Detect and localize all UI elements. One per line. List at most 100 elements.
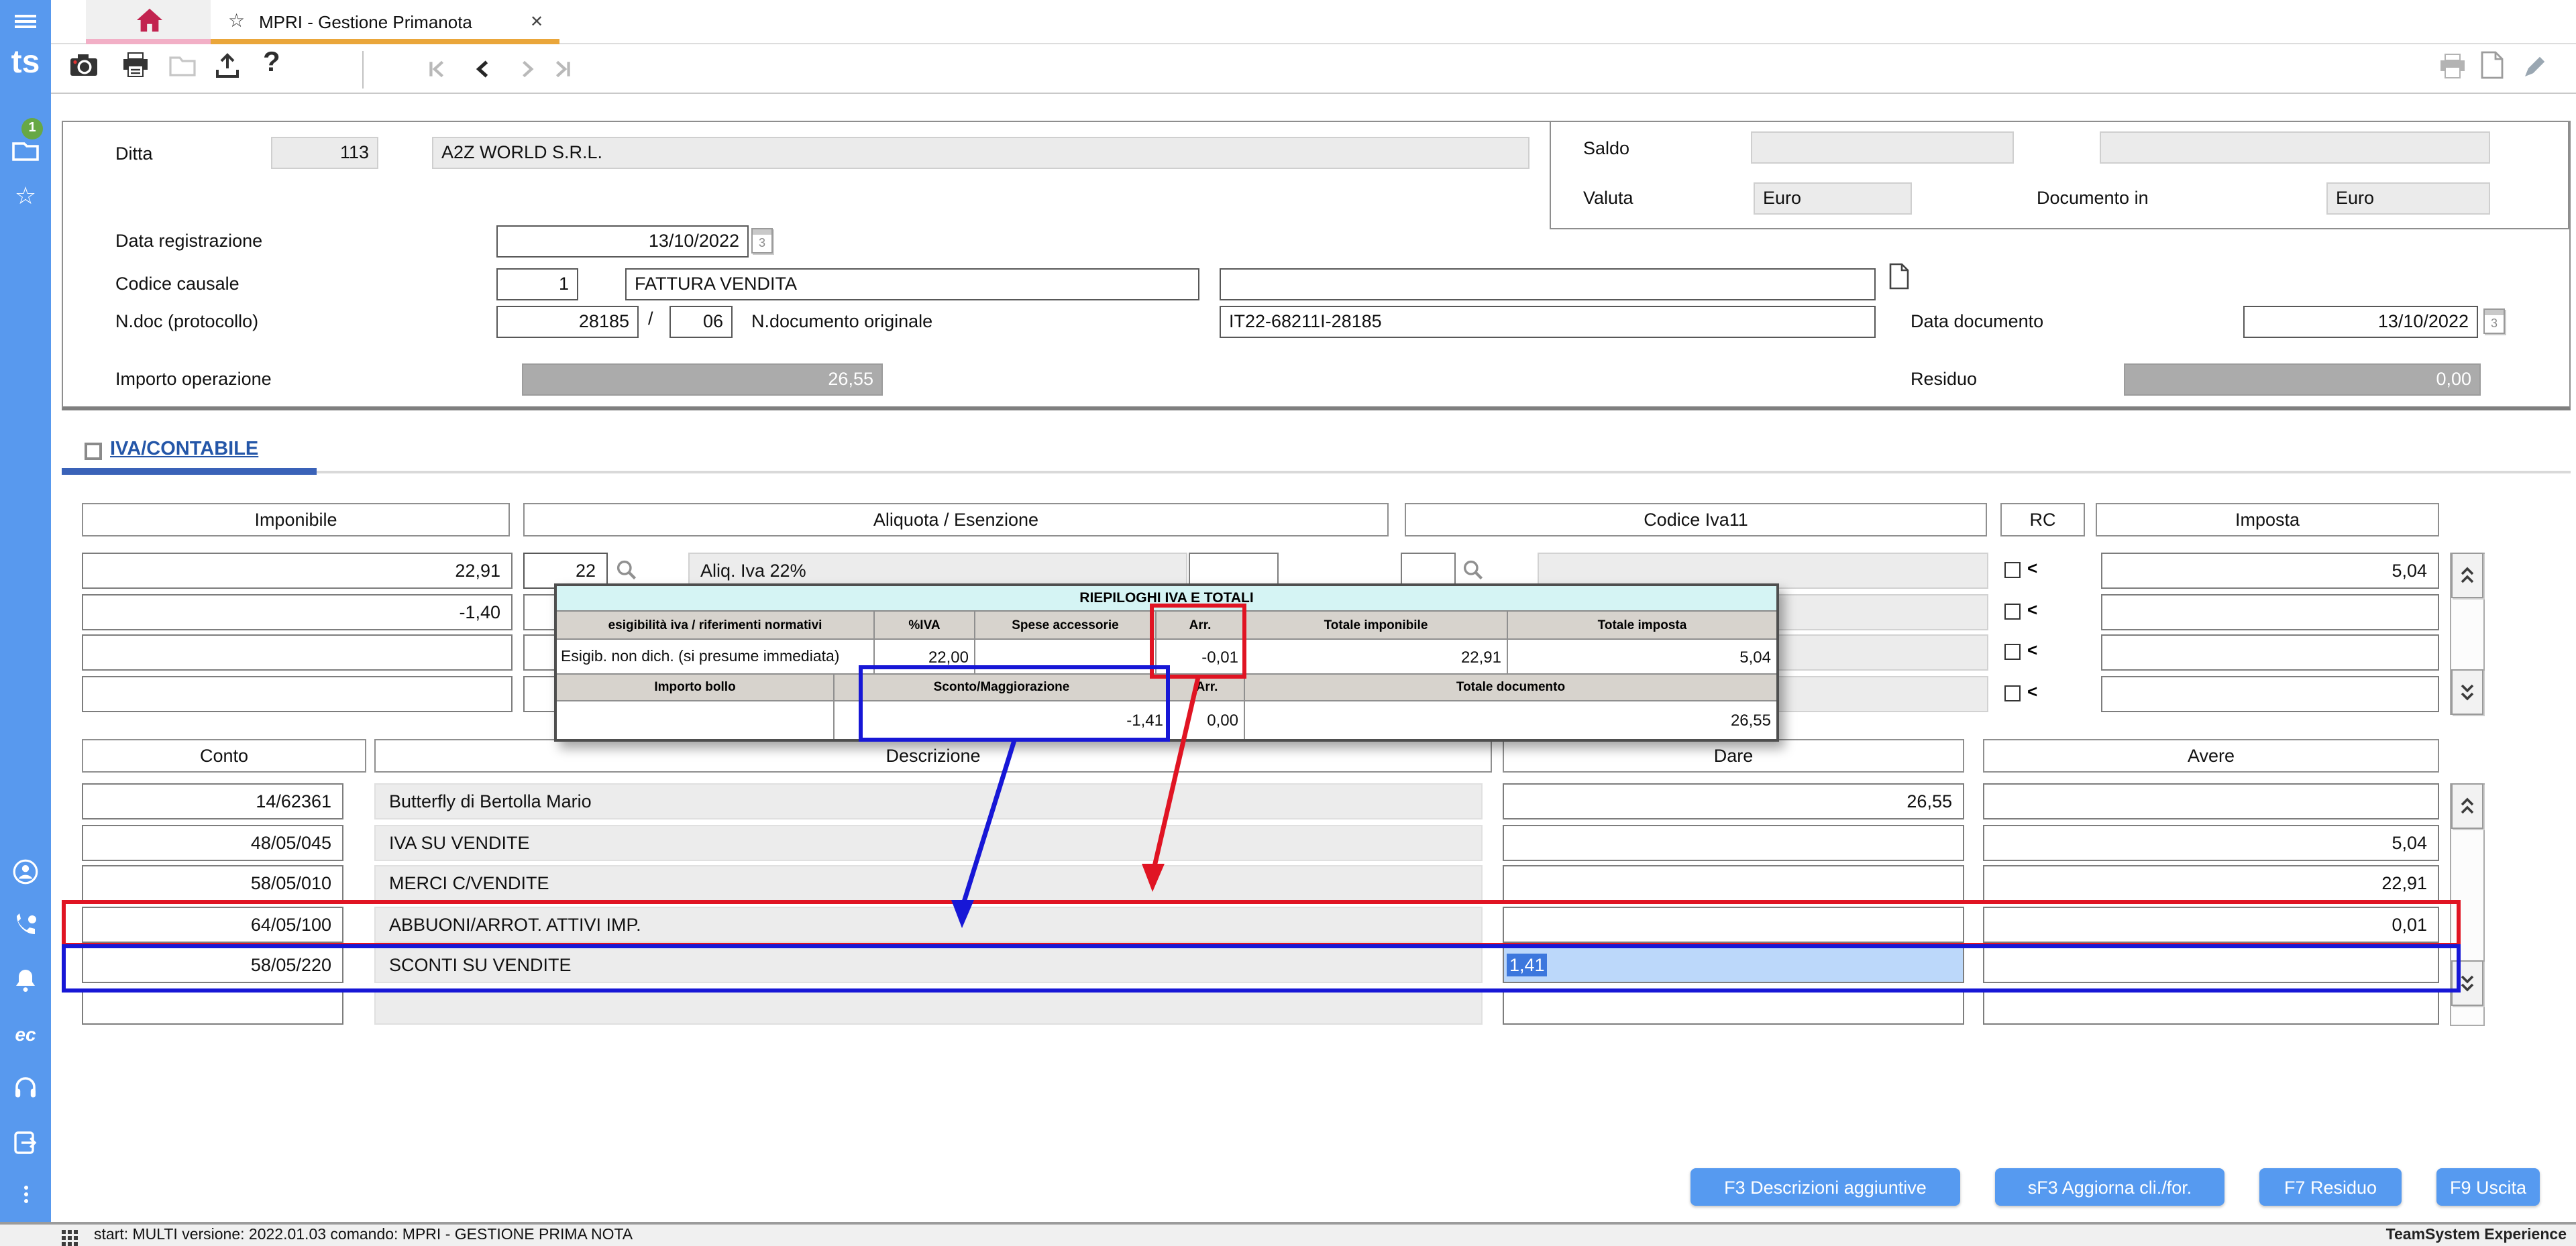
scroll-down-icon[interactable] [2451, 669, 2483, 715]
rc-checkbox[interactable] [2004, 604, 2021, 620]
print-document-icon[interactable] [2439, 54, 2466, 86]
iva-imponibile-field[interactable]: 22,91 [82, 553, 513, 589]
attachment-document-icon[interactable] [1889, 263, 1909, 296]
tab-title: MPRI - Gestione Primanota [259, 12, 472, 32]
rc-mark: < [2027, 681, 2037, 701]
nav-previous-record-icon[interactable] [472, 59, 492, 86]
favorites-star-icon[interactable]: ☆ [0, 182, 51, 209]
ditta-name-field[interactable]: A2Z WORLD S.R.L. [432, 137, 1529, 169]
scroll-up-icon[interactable] [2451, 783, 2483, 829]
home-tab-underline [86, 39, 211, 44]
ec-logo-icon[interactable]: ec [0, 1021, 51, 1047]
edit-pencil-icon[interactable] [2522, 54, 2548, 86]
tab-home[interactable] [86, 0, 211, 44]
dare-field[interactable] [1503, 825, 1964, 861]
nav-next-record-icon[interactable] [518, 59, 538, 86]
upload-export-icon[interactable] [215, 52, 240, 84]
app-grid-icon[interactable] [62, 1229, 78, 1246]
iva-header-codice-iva: Codice Iva11 [1405, 503, 1987, 536]
calendar-icon[interactable]: 3 [751, 228, 773, 253]
avere-field[interactable] [1983, 988, 2439, 1025]
data-documento-field[interactable]: 13/10/2022 [2243, 306, 2478, 338]
new-document-icon[interactable] [2481, 51, 2504, 86]
ndoc-numero-field[interactable]: 28185 [496, 306, 639, 338]
main-toolbar: ? [51, 44, 2576, 94]
dare-field[interactable] [1503, 865, 1964, 901]
documento-in-field[interactable]: Euro [2326, 182, 2490, 215]
scroll-up-icon[interactable] [2451, 553, 2483, 598]
dare-field[interactable] [1503, 988, 1964, 1025]
conto-field[interactable]: 14/62361 [82, 783, 343, 819]
popup-cell-esigibilita: Esigib. non dich. (si presume immediata) [557, 640, 875, 675]
sf3-aggiorna-cli-for-button[interactable]: sF3 Aggiorna cli./for. [1995, 1168, 2224, 1206]
dare-field[interactable]: 26,55 [1503, 783, 1964, 819]
rc-checkbox[interactable] [2004, 562, 2021, 578]
open-folder-icon[interactable] [169, 55, 196, 83]
nav-first-record-icon[interactable] [427, 59, 447, 86]
saldo-label: Saldo [1583, 138, 1629, 158]
data-registrazione-field[interactable]: 13/10/2022 [496, 225, 749, 258]
saldo-field-2[interactable] [2100, 131, 2490, 164]
iva-header-imposta: Imposta [2096, 503, 2439, 536]
app-window: ts 1 ☆ ec [0, 0, 2576, 1246]
ndoc-suffisso-field[interactable]: 06 [669, 306, 733, 338]
avere-field[interactable] [1983, 783, 2439, 819]
conto-field[interactable]: 48/05/045 [82, 825, 343, 861]
nav-last-record-icon[interactable] [553, 59, 573, 86]
tab-active-primanota[interactable]: ☆ MPRI - Gestione Primanota ✕ [211, 0, 559, 44]
more-options-icon[interactable] [0, 1183, 51, 1204]
rc-mark: < [2027, 558, 2037, 578]
conto-field[interactable]: 58/05/010 [82, 865, 343, 901]
help-icon[interactable]: ? [263, 47, 280, 79]
left-sidebar: ts 1 ☆ ec [0, 0, 51, 1222]
tab-iva-contabile[interactable]: IVA/CONTABILE [110, 439, 258, 460]
codice-causale-desc-field[interactable]: FATTURA VENDITA [625, 268, 1199, 300]
annotation-blue-sconto-rect [859, 665, 1170, 742]
avere-field[interactable]: 5,04 [1983, 825, 2439, 861]
user-profile-icon[interactable] [0, 858, 51, 885]
logout-icon[interactable] [0, 1129, 51, 1156]
hamburger-menu-icon[interactable] [0, 11, 51, 32]
codice-causale-code-field[interactable]: 1 [496, 268, 578, 300]
descrizione-cell[interactable] [374, 988, 1483, 1025]
toolbar-separator [362, 51, 364, 89]
descrizione-cell[interactable]: MERCI C/VENDITE [374, 865, 1483, 901]
documents-folder-icon[interactable] [0, 134, 51, 164]
iva-imposta-field[interactable] [2101, 594, 2439, 630]
valuta-field[interactable]: Euro [1754, 182, 1912, 215]
f3-descrizioni-aggiuntive-button[interactable]: F3 Descrizioni aggiuntive [1690, 1168, 1960, 1206]
descrizione-cell[interactable]: IVA SU VENDITE [374, 825, 1483, 861]
iva-imponibile-field[interactable] [82, 676, 513, 712]
ndoc-originale-field[interactable]: IT22-68211I-28185 [1220, 306, 1876, 338]
conto-field[interactable] [82, 988, 343, 1025]
ditta-code-field[interactable]: 113 [271, 137, 378, 169]
conto-header-descrizione: Descrizione [374, 739, 1492, 773]
popup-cell-importo-bollo [557, 701, 835, 739]
section-checkbox[interactable] [85, 443, 102, 460]
iva-imposta-field[interactable] [2101, 634, 2439, 671]
ndoc-originale-label: N.documento originale [751, 311, 932, 331]
phone-contact-icon[interactable] [0, 912, 51, 939]
iva-imponibile-field[interactable] [82, 634, 513, 671]
tab-star-icon[interactable]: ☆ [228, 9, 245, 32]
rc-checkbox[interactable] [2004, 644, 2021, 660]
avere-field[interactable]: 22,91 [1983, 865, 2439, 901]
tab-close-icon[interactable]: ✕ [530, 12, 543, 31]
support-headset-icon[interactable] [0, 1074, 51, 1101]
f7-residuo-button[interactable]: F7 Residuo [2259, 1168, 2402, 1206]
camera-screenshot-icon[interactable] [70, 54, 98, 83]
iva-imponibile-field[interactable]: -1,40 [82, 594, 513, 630]
saldo-field-1[interactable] [1751, 131, 2014, 164]
f9-uscita-button[interactable]: F9 Uscita [2436, 1168, 2540, 1206]
popup-cell-totale-imposta: 5,04 [1508, 640, 1776, 675]
print-icon[interactable] [122, 52, 149, 84]
rc-checkbox[interactable] [2004, 685, 2021, 701]
calendar-icon[interactable]: 3 [2483, 308, 2505, 334]
iva-imposta-field[interactable] [2101, 676, 2439, 712]
codice-causale-extra-field[interactable] [1220, 268, 1876, 300]
descrizione-cell[interactable]: Butterfly di Bertolla Mario [374, 783, 1483, 819]
notifications-bell-icon[interactable] [0, 967, 51, 994]
ndoc-separator: / [648, 308, 653, 329]
iva-imposta-field[interactable]: 5,04 [2101, 553, 2439, 589]
popup-cell-totale-documento: 26,55 [1245, 701, 1776, 739]
